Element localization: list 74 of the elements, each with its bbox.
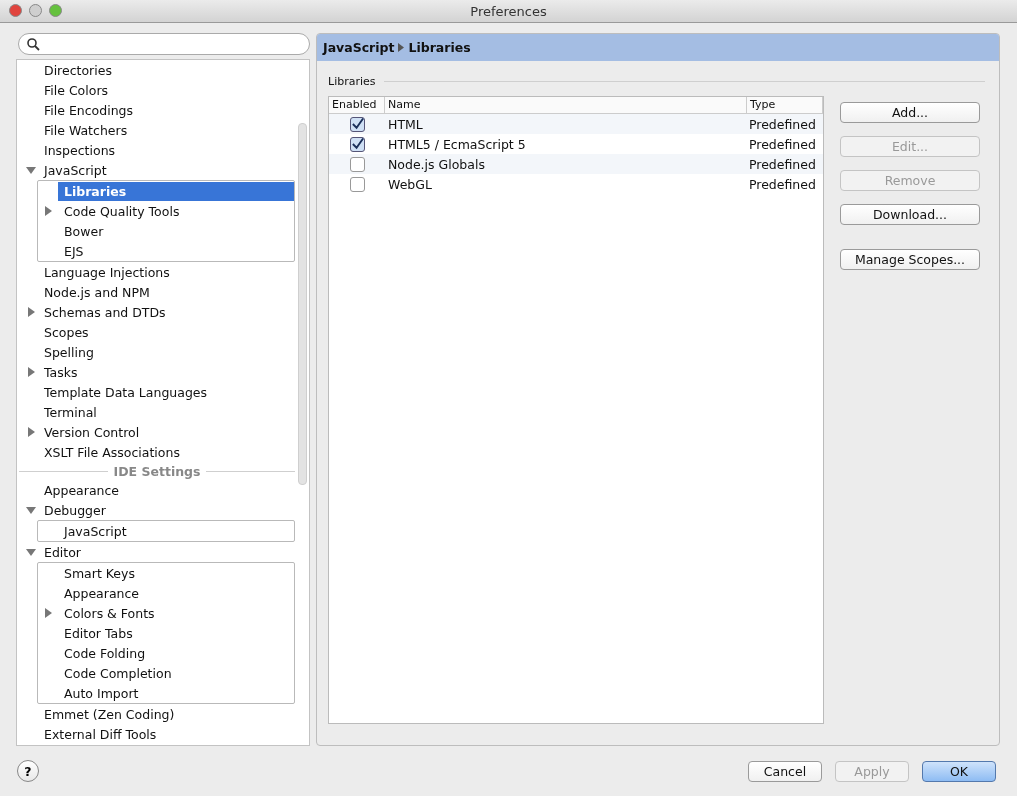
checkbox[interactable] bbox=[349, 136, 365, 152]
section-heading: IDE Settings bbox=[113, 463, 201, 479]
tree-item[interactable]: JavaScript bbox=[64, 521, 131, 541]
checkbox[interactable] bbox=[349, 116, 365, 132]
collapsed-arrow-icon[interactable] bbox=[43, 608, 53, 618]
tree-item[interactable]: Debugger bbox=[44, 500, 110, 520]
tree-item[interactable]: Schemas and DTDs bbox=[44, 302, 170, 322]
expanded-arrow-icon[interactable] bbox=[25, 165, 36, 175]
column-header[interactable]: Type bbox=[747, 97, 823, 113]
checkbox[interactable] bbox=[349, 156, 365, 172]
tree-item[interactable]: File Colors bbox=[44, 80, 113, 100]
table-cell-text: Predefined bbox=[748, 136, 817, 152]
dialog-button[interactable]: Cancel bbox=[748, 760, 822, 782]
tree-item[interactable]: Spelling bbox=[44, 342, 98, 362]
table-cell-text: WebGL bbox=[387, 176, 433, 192]
tree-item[interactable]: Terminal bbox=[44, 402, 101, 422]
expanded-arrow-icon[interactable] bbox=[25, 505, 36, 515]
tree-item[interactable]: Editor bbox=[44, 542, 85, 562]
tree-item[interactable]: Editor Tabs bbox=[64, 623, 137, 643]
table-cell-text: Node.js Globals bbox=[387, 156, 486, 172]
tree-item[interactable]: External Diff Tools bbox=[44, 724, 161, 744]
action-button[interactable]: Manage Scopes... bbox=[840, 249, 980, 270]
help-button[interactable]: ? bbox=[17, 760, 39, 782]
breadcrumb-arrow-icon bbox=[398, 43, 405, 52]
tree-item[interactable]: Code Folding bbox=[64, 643, 150, 663]
search-field[interactable] bbox=[18, 33, 310, 55]
collapsed-arrow-icon[interactable] bbox=[25, 367, 36, 377]
column-header[interactable]: Name bbox=[385, 97, 747, 113]
table-cell-text: HTML bbox=[387, 116, 424, 132]
dialog-button[interactable]: OK bbox=[922, 760, 996, 782]
tree-item[interactable]: JavaScript bbox=[44, 160, 111, 180]
tree-item[interactable]: Tasks bbox=[44, 362, 82, 382]
tree-item[interactable]: XSLT File Associations bbox=[44, 442, 184, 462]
breadcrumb-item: JavaScript bbox=[323, 40, 395, 55]
table-cell-text: Predefined bbox=[748, 176, 817, 192]
table-cell-text: Predefined bbox=[748, 156, 817, 172]
tree-item[interactable]: EJS bbox=[64, 241, 88, 261]
tree-item[interactable]: Smart Keys bbox=[64, 563, 139, 583]
tree-item[interactable]: Template Data Languages bbox=[44, 382, 212, 402]
expanded-arrow-icon[interactable] bbox=[25, 547, 36, 557]
minimize-button[interactable] bbox=[29, 4, 42, 17]
tree-item[interactable]: Auto Import bbox=[64, 683, 143, 703]
tree-item[interactable]: Code Quality Tools bbox=[64, 201, 184, 221]
tree-item[interactable]: Scopes bbox=[44, 322, 93, 342]
scrollbar-thumb[interactable] bbox=[298, 123, 307, 485]
table-cell-text: HTML5 / EcmaScript 5 bbox=[387, 136, 527, 152]
collapsed-arrow-icon[interactable] bbox=[25, 307, 36, 317]
tree-item[interactable]: File Watchers bbox=[44, 120, 132, 140]
tree-item[interactable]: Bower bbox=[64, 221, 108, 241]
table-cell-text: Predefined bbox=[748, 116, 817, 132]
column-header[interactable]: Enabled bbox=[329, 97, 385, 113]
tree-item[interactable]: Appearance bbox=[64, 583, 144, 603]
collapsed-arrow-icon[interactable] bbox=[43, 206, 53, 216]
window-title: Preferences bbox=[470, 3, 547, 19]
tree-item[interactable]: Version Control bbox=[44, 422, 144, 442]
action-button[interactable]: Add... bbox=[840, 102, 980, 123]
search-icon bbox=[27, 37, 40, 51]
action-button[interactable]: Download... bbox=[840, 204, 980, 225]
tree-item[interactable]: Emmet (Zen Coding) bbox=[44, 704, 179, 724]
tree-item[interactable]: Directories bbox=[44, 60, 116, 80]
checkbox[interactable] bbox=[349, 176, 365, 192]
tree-item[interactable]: Libraries bbox=[58, 181, 294, 201]
group-title: Libraries bbox=[328, 75, 376, 88]
tree-item[interactable]: Colors & Fonts bbox=[64, 603, 159, 623]
tree-item[interactable]: Code Completion bbox=[64, 663, 176, 683]
tree-item[interactable]: Node.js and NPM bbox=[44, 282, 154, 302]
breadcrumb-item: Libraries bbox=[408, 40, 471, 55]
tree-item[interactable]: Inspections bbox=[44, 140, 120, 160]
zoom-button[interactable] bbox=[49, 4, 62, 17]
tree-item[interactable]: Appearance bbox=[44, 480, 124, 500]
close-button[interactable] bbox=[9, 4, 22, 17]
collapsed-arrow-icon[interactable] bbox=[25, 427, 36, 437]
tree-item[interactable]: File Encodings bbox=[44, 100, 137, 120]
tree-item[interactable]: Language Injections bbox=[44, 262, 174, 282]
